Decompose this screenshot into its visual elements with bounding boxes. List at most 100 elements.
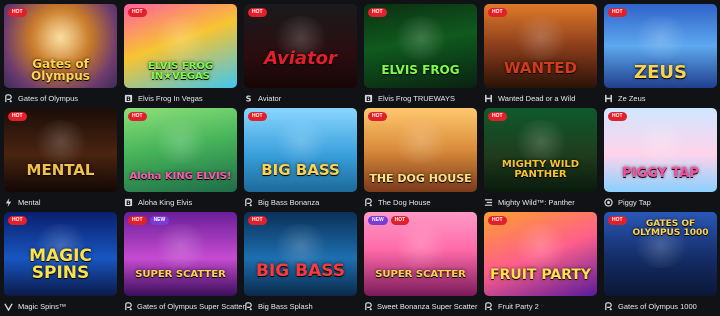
game-caption[interactable]: Gates of Olympus 1000: [604, 298, 717, 314]
badges: HOT: [368, 8, 387, 17]
game-caption[interactable]: Mental: [4, 194, 117, 210]
game-thumbnail[interactable]: HOT ZEUS: [604, 4, 717, 88]
badges: HOT: [608, 112, 627, 121]
game-card[interactable]: HOT THE DOG HOUSE The Dog House: [364, 108, 477, 212]
thumbnail-logo-text: ELVIS FROG: [381, 63, 460, 77]
hot-badge: HOT: [488, 216, 507, 225]
svg-text:B: B: [366, 95, 371, 102]
game-thumbnail[interactable]: HOT Aviator: [244, 4, 357, 88]
game-card[interactable]: HOT Aviator S Aviator: [244, 4, 357, 108]
game-title: Wanted Dead or a Wild: [498, 93, 576, 103]
hot-badge: HOT: [368, 8, 387, 17]
provider-icon: [484, 198, 494, 207]
thumbnail-logo-text: PIGGY TAP: [622, 166, 699, 181]
game-card[interactable]: HOT BIG BASS Big Bass Bonanza: [244, 108, 357, 212]
thumbnail-logo-text: SUPER SCATTER: [375, 269, 466, 280]
new-badge: NEW: [149, 216, 170, 225]
game-card[interactable]: HOT MAGIC SPINS Magic Spins™: [4, 212, 117, 316]
game-thumbnail[interactable]: HOT BIG BASS: [244, 212, 357, 296]
game-title: The Dog House: [378, 197, 431, 207]
game-caption[interactable]: Magic Spins™: [4, 298, 117, 314]
game-card[interactable]: HOT MIGHTY WILD PANTHER Mighty Wild™: Pan…: [484, 108, 597, 212]
game-thumbnail[interactable]: HOT BIG BASS: [244, 108, 357, 192]
badges: HOT: [248, 8, 267, 17]
game-caption[interactable]: Ze Zeus: [604, 90, 717, 106]
thumbnail-logo-text: WANTED: [504, 59, 577, 77]
game-caption[interactable]: Wanted Dead or a Wild: [484, 90, 597, 106]
game-caption[interactable]: Big Bass Bonanza: [244, 194, 357, 210]
game-title: Piggy Tap: [618, 197, 651, 207]
thumbnail-artwork: [392, 224, 450, 268]
game-thumbnail[interactable]: HOT ELVIS FROG: [364, 4, 477, 88]
hot-badge: HOT: [488, 8, 507, 17]
game-card[interactable]: HOT NEW SUPER SCATTER Gates of Olympus Sup…: [124, 212, 245, 316]
thumbnail-logo-text: FRUIT PARTY: [490, 267, 591, 283]
game-thumbnail[interactable]: HOT Gates of Olympus: [4, 4, 117, 88]
game-card[interactable]: HOT MENTAL Mental: [4, 108, 117, 212]
badges: HOT: [488, 8, 507, 17]
game-card[interactable]: HOT FRUIT PARTY Fruit Party 2: [484, 212, 597, 316]
hot-badge: HOT: [608, 8, 627, 17]
game-caption[interactable]: Mighty Wild™: Panther: [484, 194, 597, 210]
thumbnail-logo-text: BIG BASS: [256, 261, 345, 281]
game-card[interactable]: HOT Gates of Olympus Gates of Olympus: [4, 4, 117, 108]
game-thumbnail[interactable]: HOT NEW SUPER SCATTER: [124, 212, 237, 296]
game-thumbnail[interactable]: HOT FRUIT PARTY: [484, 212, 597, 296]
thumbnail-logo-text: GATES OF OLYMPUS 1000: [632, 219, 709, 238]
hot-badge: HOT: [248, 216, 267, 225]
game-card[interactable]: HOT PIGGY TAP Piggy Tap: [604, 108, 717, 212]
thumbnail-artwork: [32, 120, 90, 164]
game-card[interactable]: HOT BIG BASS Big Bass Splash: [244, 212, 357, 316]
game-card[interactable]: HOT GATES OF OLYMPUS 1000 Gates of Olympu…: [604, 212, 717, 316]
game-thumbnail[interactable]: HOT GATES OF OLYMPUS 1000: [604, 212, 717, 296]
game-thumbnail[interactable]: HOT MIGHTY WILD PANTHER: [484, 108, 597, 192]
game-caption[interactable]: B Elvis Frog In Vegas: [124, 90, 237, 106]
game-title: Mighty Wild™: Panther: [498, 197, 575, 207]
game-card[interactable]: NEW HOT SUPER SCATTER Sweet Bonanza Super …: [364, 212, 477, 316]
game-card[interactable]: HOT ELVIS FROG B Elvis Frog TRUEWAYS: [364, 4, 477, 108]
game-caption[interactable]: The Dog House: [364, 194, 477, 210]
game-thumbnail[interactable]: HOT THE DOG HOUSE: [364, 108, 477, 192]
thumbnail-artwork: [152, 120, 210, 164]
game-title: Gates of Olympus Super Scatter: [137, 301, 245, 311]
thumbnail-artwork: [32, 16, 90, 60]
game-title: Big Bass Splash: [258, 301, 313, 311]
game-caption[interactable]: Piggy Tap: [604, 194, 717, 210]
game-card[interactable]: HOT WANTED Wanted Dead or a Wild: [484, 4, 597, 108]
thumbnail-artwork: [152, 224, 210, 268]
game-thumbnail[interactable]: HOT ELVIS FROG IN★VEGAS: [124, 4, 237, 88]
game-card[interactable]: HOT ELVIS FROG IN★VEGAS B Elvis Frog In Ve…: [124, 4, 237, 108]
game-thumbnail[interactable]: NEW HOT SUPER SCATTER: [364, 212, 477, 296]
game-title: Elvis Frog TRUEWAYS: [378, 93, 455, 103]
thumbnail-artwork: [632, 16, 690, 60]
provider-icon: [4, 197, 14, 207]
hot-badge: HOT: [8, 216, 27, 225]
badges: HOT: [488, 112, 507, 121]
game-thumbnail[interactable]: HOT PIGGY TAP: [604, 108, 717, 192]
provider-icon: [484, 301, 494, 311]
game-thumbnail[interactable]: HOT MENTAL: [4, 108, 117, 192]
thumbnail-logo-text: SUPER SCATTER: [135, 269, 226, 280]
provider-icon: [604, 94, 614, 103]
game-caption[interactable]: B Aloha King Elvis: [124, 194, 237, 210]
svg-text:B: B: [126, 95, 131, 102]
game-caption[interactable]: Fruit Party 2: [484, 298, 597, 314]
game-caption[interactable]: Sweet Bonanza Super Scatter: [364, 298, 477, 314]
thumbnail-logo-text: Aloha KING ELVIS!: [129, 171, 232, 182]
game-caption[interactable]: B Elvis Frog TRUEWAYS: [364, 90, 477, 106]
game-card[interactable]: HOT ZEUS Ze Zeus: [604, 4, 717, 108]
provider-icon: [244, 197, 254, 207]
game-thumbnail[interactable]: HOT Aloha KING ELVIS!: [124, 108, 237, 192]
thumbnail-artwork: [632, 120, 690, 164]
thumbnail-logo-text: MENTAL: [26, 161, 95, 179]
game-caption[interactable]: S Aviator: [244, 90, 357, 106]
new-badge: NEW: [368, 216, 388, 225]
game-thumbnail[interactable]: HOT WANTED: [484, 4, 597, 88]
game-caption[interactable]: Gates of Olympus Super Scatter: [124, 298, 245, 314]
provider-icon: B: [124, 94, 134, 103]
game-caption[interactable]: Big Bass Splash: [244, 298, 357, 314]
game-thumbnail[interactable]: HOT MAGIC SPINS: [4, 212, 117, 296]
game-card[interactable]: HOT Aloha KING ELVIS! B Aloha King Elvis: [124, 108, 237, 212]
hot-badge: HOT: [128, 112, 147, 121]
game-caption[interactable]: Gates of Olympus: [4, 90, 117, 106]
